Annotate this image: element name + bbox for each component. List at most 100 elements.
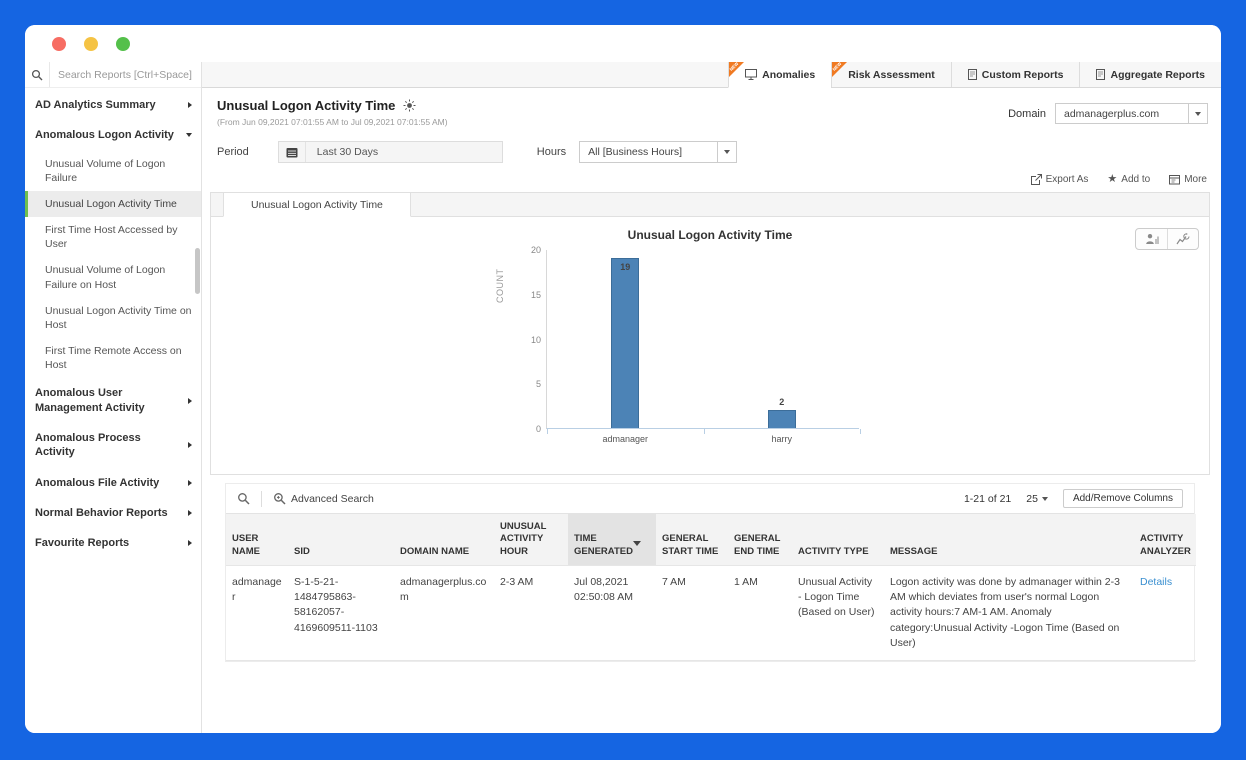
- details-link[interactable]: Details: [1140, 576, 1172, 588]
- hours-label: Hours: [536, 146, 567, 158]
- add-to-button[interactable]: ★ Add to: [1107, 174, 1150, 186]
- tab-label: Custom Reports: [981, 68, 1064, 81]
- more-button[interactable]: More: [1169, 174, 1207, 185]
- col-header-message[interactable]: MESSAGE: [884, 514, 1134, 566]
- col-header-activity-type[interactable]: ACTIVITY TYPE: [792, 514, 884, 566]
- page-size-select[interactable]: 25: [1026, 493, 1048, 505]
- tab-anomalies[interactable]: NEW Anomalies: [728, 61, 832, 88]
- sidebar: AD Analytics Summary Anomalous Logon Act…: [25, 62, 202, 733]
- table-header-row: USER NAME SID DOMAIN NAME UNUSUAL ACTIVI…: [226, 514, 1196, 566]
- sidebar-item-unusual-logon-activity-time-host[interactable]: Unusual Logon Activity Time on Host: [25, 298, 201, 338]
- x-axis-tick-mark: [703, 429, 705, 434]
- sidebar-item-favourite-reports[interactable]: Favourite Reports: [25, 528, 201, 558]
- results-table-card: Advanced Search 1-21 of 21 25 Add/Remove…: [225, 483, 1196, 663]
- sidebar-item-unusual-volume-logon-failure-host[interactable]: Unusual Volume of Logon Failure on Host: [25, 257, 201, 297]
- sidebar-item-normal-behavior-reports[interactable]: Normal Behavior Reports: [25, 498, 201, 528]
- sidebar-item-unusual-volume-logon-failure[interactable]: Unusual Volume of Logon Failure: [25, 151, 201, 191]
- report-tabstrip: Unusual Logon Activity Time: [211, 193, 1209, 217]
- search-icon: [25, 62, 50, 87]
- col-header-user-name[interactable]: USER NAME: [226, 514, 288, 566]
- tab-label: Aggregate Reports: [1110, 68, 1205, 81]
- x-axis-tick-mark: [547, 429, 548, 434]
- monitor-icon: [745, 69, 758, 80]
- advanced-search-icon: [273, 492, 286, 505]
- sidebar-item-unusual-logon-activity-time[interactable]: Unusual Logon Activity Time: [25, 190, 201, 218]
- col-header-general-end-time[interactable]: GENERAL END TIME: [728, 514, 792, 566]
- main-content: Unusual Logon Activity Time (From Jun 09…: [202, 88, 1221, 733]
- col-header-general-start-time[interactable]: GENERAL START TIME: [656, 514, 728, 566]
- zoom-window-button[interactable]: [116, 36, 130, 51]
- x-axis-tick-mark: [860, 429, 861, 434]
- divider: [261, 490, 262, 507]
- report-tab-unusual-logon-activity-time[interactable]: Unusual Logon Activity Time: [223, 193, 411, 217]
- cell-general-start-time: 7 AM: [656, 565, 728, 662]
- hours-dropdown-button[interactable]: [717, 142, 736, 162]
- chevron-down-icon: [1041, 496, 1048, 501]
- chevron-right-icon: [188, 102, 192, 109]
- results-table: USER NAME SID DOMAIN NAME UNUSUAL ACTIVI…: [226, 514, 1196, 662]
- col-header-time-generated[interactable]: TIME GENERATED: [568, 514, 656, 566]
- top-tabbar: NEW Anomalies NEW Risk Assessment Custom…: [202, 61, 1221, 88]
- cell-user-name: admanager: [226, 565, 288, 662]
- tab-custom-reports[interactable]: Custom Reports: [950, 62, 1080, 87]
- chevron-right-icon: [188, 442, 192, 449]
- sidebar-item-anomalous-process-activity[interactable]: Anomalous Process Activity: [25, 423, 201, 468]
- period-value: Last 30 Days: [316, 146, 379, 158]
- report-period-subtitle: (From Jun 09,2021 07:01:55 AM to Jul 09,…: [217, 117, 448, 127]
- col-header-sid[interactable]: SID: [288, 514, 394, 566]
- bar-value-label: 2: [779, 397, 785, 408]
- minimize-window-button[interactable]: [84, 36, 98, 51]
- sidebar-item-anomalous-logon-activity[interactable]: Anomalous Logon Activity: [25, 120, 201, 150]
- more-icon: [1169, 174, 1181, 185]
- add-remove-columns-button[interactable]: Add/Remove Columns: [1062, 489, 1183, 508]
- chart-refresh-icon[interactable]: [1167, 229, 1198, 249]
- search-reports-input[interactable]: [50, 68, 201, 81]
- chevron-down-icon: [724, 150, 731, 154]
- cell-sid: S-1-5-21-1484795863-58162057-4169609511-…: [288, 565, 394, 662]
- page-header-left: Unusual Logon Activity Time (From Jun 09…: [217, 98, 448, 127]
- bar-value-label: 19: [620, 261, 631, 272]
- bar-harry: [767, 410, 796, 428]
- col-header-activity-analyzer[interactable]: ACTIVITY ANALYZER: [1134, 514, 1196, 566]
- domain-dropdown-button[interactable]: [1188, 104, 1207, 123]
- tab-aggregate-reports[interactable]: Aggregate Reports: [1079, 62, 1221, 87]
- tab-risk-assessment[interactable]: NEW Risk Assessment: [831, 61, 951, 87]
- chevron-right-icon: [188, 397, 192, 404]
- period-picker[interactable]: Last 30 Days: [277, 141, 503, 163]
- x-axis-category-label: harry: [771, 434, 792, 444]
- y-axis-tick: 10: [530, 334, 541, 345]
- chart-card: Unusual Logon Activity Time Unusual Logo…: [210, 192, 1210, 475]
- sun-icon[interactable]: [403, 99, 416, 112]
- chart-toolbar: [1135, 228, 1199, 250]
- sidebar-item-first-time-host-accessed[interactable]: First Time Host Accessed by User: [25, 217, 201, 257]
- domain-select[interactable]: admanagerplus.com: [1055, 103, 1208, 124]
- sidebar-nav: AD Analytics Summary Anomalous Logon Act…: [25, 88, 201, 559]
- col-header-domain-name[interactable]: DOMAIN NAME: [394, 514, 494, 566]
- export-as-button[interactable]: Export As: [1030, 174, 1088, 185]
- col-header-unusual-activity-hour[interactable]: UNUSUAL ACTIVITY HOUR: [494, 514, 568, 566]
- sidebar-item-ad-analytics-summary[interactable]: AD Analytics Summary: [25, 90, 201, 120]
- cell-message: Logon activity was done by admanager wit…: [884, 565, 1134, 662]
- y-axis-tick: 5: [535, 379, 541, 390]
- y-axis-tick: 20: [530, 245, 541, 255]
- sidebar-search: [25, 62, 201, 88]
- x-axis-category-label: admanager: [602, 434, 649, 444]
- y-axis-tick: 0: [535, 424, 541, 434]
- hours-select[interactable]: All [Business Hours]: [579, 141, 738, 163]
- user-analytics-icon[interactable]: [1136, 229, 1167, 249]
- document-icon: [1096, 69, 1106, 80]
- domain-value: admanagerplus.com: [1064, 107, 1160, 120]
- domain-selector-row: Domain admanagerplus.com: [1008, 103, 1208, 124]
- sidebar-item-anomalous-file-activity[interactable]: Anomalous File Activity: [25, 468, 201, 498]
- sidebar-item-first-time-remote-access[interactable]: First Time Remote Access on Host: [25, 338, 201, 378]
- sidebar-scrollbar-thumb[interactable]: [195, 248, 200, 294]
- sort-descending-icon: [632, 540, 641, 557]
- chevron-right-icon: [188, 510, 192, 517]
- search-icon[interactable]: [237, 492, 250, 505]
- advanced-search-button[interactable]: Advanced Search: [273, 492, 374, 505]
- app-window: AD Analytics Summary Anomalous Logon Act…: [25, 25, 1221, 733]
- report-actions: Export As ★ Add to More: [210, 174, 1207, 185]
- close-window-button[interactable]: [52, 36, 66, 51]
- table-row: admanager S-1-5-21-1484795863-58162057-4…: [226, 565, 1196, 662]
- sidebar-item-anomalous-user-management[interactable]: Anomalous User Management Activity: [25, 378, 201, 423]
